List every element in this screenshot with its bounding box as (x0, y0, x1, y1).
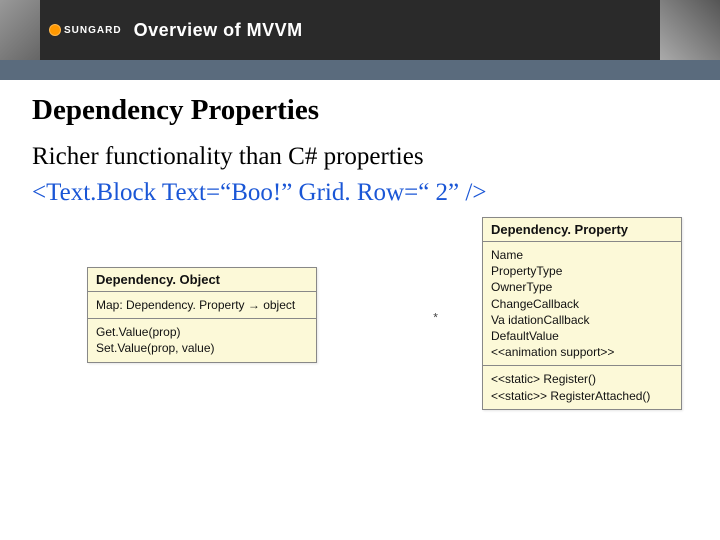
heading: Dependency Properties (32, 94, 688, 127)
slide-content: Dependency Properties Richer functionali… (0, 80, 720, 487)
uml-attr-line: OwnerType (491, 279, 673, 295)
uml-op-line: Get.Value(prop) (96, 324, 308, 340)
uml-attr-line: DefaultValue (491, 328, 673, 344)
uml-attributes: Name PropertyType OwnerType ChangeCallba… (483, 242, 681, 366)
uml-attr-line: Name (491, 247, 673, 263)
banner-photo-right (660, 0, 720, 60)
slide-header: SUNGARD Overview of MVVM (0, 0, 720, 80)
uml-box-title: Dependency. Property (483, 218, 681, 242)
logo: SUNGARD (50, 25, 122, 36)
uml-op-line: <<static> Register() (491, 371, 673, 387)
uml-dependency-property: Dependency. Property Name PropertyType O… (482, 217, 682, 410)
logo-text: SUNGARD (64, 25, 122, 36)
banner: SUNGARD Overview of MVVM (0, 0, 720, 60)
association-marker: * (432, 312, 439, 326)
uml-op-line: Set.Value(prop, value) (96, 340, 308, 356)
sun-icon (50, 25, 60, 35)
uml-op-line: <<static>> RegisterAttached() (491, 388, 673, 404)
uml-attr-line: ChangeCallback (491, 296, 673, 312)
uml-dependency-object: Dependency. Object Map: Dependency. Prop… (87, 267, 317, 363)
banner-subbar (0, 60, 720, 80)
uml-diagram: Dependency. Object Map: Dependency. Prop… (32, 217, 688, 487)
uml-attr-line: <<animation support>> (491, 344, 673, 360)
uml-box-title: Dependency. Object (88, 268, 316, 292)
code-example: <Text.Block Text=“Boo!” Grid. Row=“ 2” /… (32, 179, 688, 207)
subheading: Richer functionality than C# properties (32, 143, 688, 171)
uml-attributes: Map: Dependency. Property → object (88, 292, 316, 319)
uml-operations: <<static> Register() <<static>> Register… (483, 366, 681, 408)
uml-operations: Get.Value(prop) Set.Value(prop, value) (88, 319, 316, 361)
uml-attr-line: Map: Dependency. Property → object (96, 297, 308, 313)
slide-title: Overview of MVVM (134, 20, 303, 41)
uml-attr-line: Va idationCallback (491, 312, 673, 328)
uml-attr-line: PropertyType (491, 263, 673, 279)
banner-photo-left (0, 0, 40, 60)
